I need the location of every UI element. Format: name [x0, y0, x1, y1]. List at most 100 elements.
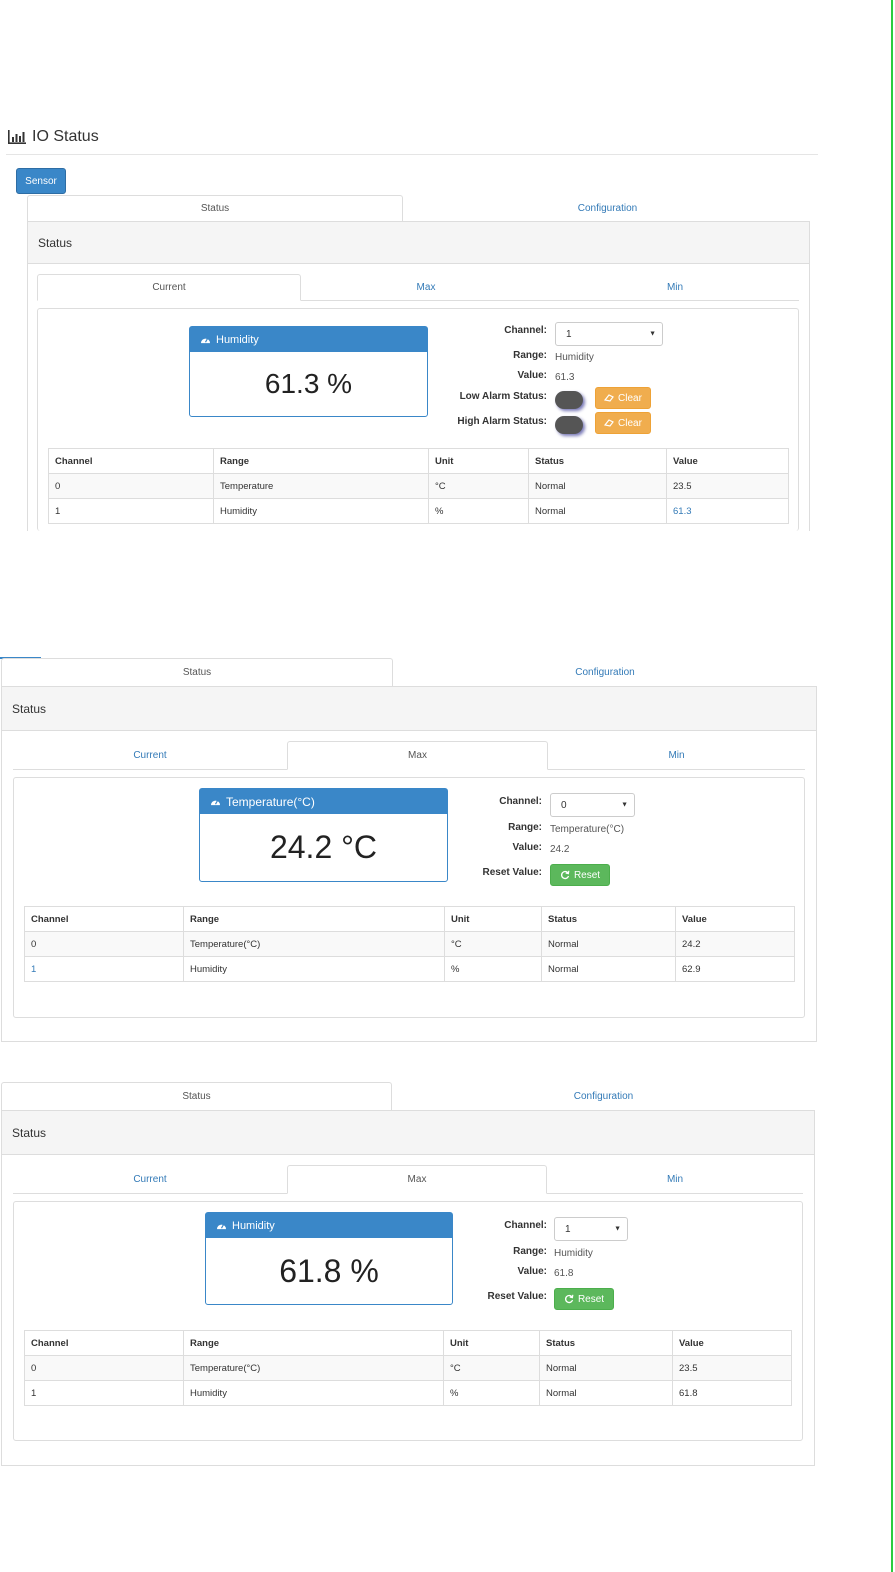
table-row[interactable]: 1 Humidity % Normal 61.3	[48, 498, 789, 524]
tab-current[interactable]: Current	[13, 1165, 287, 1194]
table-row[interactable]: 0 Temperature(°C) °C Normal 24.2	[24, 931, 795, 957]
tab-status[interactable]: Status	[1, 658, 393, 687]
chevron-down-icon: ▼	[621, 801, 628, 809]
range-value: Humidity	[554, 1248, 593, 1259]
cell-unit: °C	[444, 931, 542, 957]
cell-status: Normal	[541, 931, 676, 957]
tab-min[interactable]: Min	[547, 1165, 803, 1194]
cell-unit: %	[428, 498, 529, 524]
range-value: Humidity	[555, 352, 594, 363]
cell-range: Humidity	[183, 956, 445, 982]
channel-select[interactable]: 0 ▼	[550, 793, 635, 817]
clear-label: Clear	[618, 392, 642, 404]
cell-range: Temperature(°C)	[183, 931, 445, 957]
reset-label: Reset	[577, 1293, 605, 1305]
table-row[interactable]: 1 Humidity % Normal 62.9	[24, 956, 795, 982]
clear-low-alarm-button[interactable]: Clear	[595, 387, 651, 409]
tab-configuration[interactable]: Configuration	[403, 195, 812, 222]
col-channel: Channel	[24, 1330, 184, 1356]
gauge-title: Temperature(°C)	[226, 794, 315, 809]
cell-unit: %	[443, 1380, 540, 1406]
tab-configuration[interactable]: Configuration	[392, 1082, 815, 1111]
header-divider	[6, 154, 818, 155]
gauge-title: Humidity	[232, 1219, 275, 1232]
tab-current[interactable]: Current	[13, 741, 287, 770]
tab-configuration[interactable]: Configuration	[393, 658, 817, 687]
dashboard-icon	[217, 1223, 226, 1230]
cell-unit: %	[444, 956, 542, 982]
chevron-down-icon: ▼	[649, 330, 656, 338]
channel-label: Channel:	[504, 1220, 547, 1231]
cell-channel: 1	[48, 498, 214, 524]
cell-status: Normal	[539, 1380, 673, 1406]
cell-value: 23.5	[666, 473, 789, 499]
col-unit: Unit	[444, 906, 542, 932]
tab-status[interactable]: Status	[27, 195, 403, 222]
cell-channel: 0	[24, 931, 184, 957]
tab-min[interactable]: Min	[551, 274, 799, 301]
col-unit: Unit	[443, 1330, 540, 1356]
cell-value: 61.3	[666, 498, 789, 524]
clear-label: Clear	[618, 417, 642, 429]
page-title: IO Status	[8, 128, 99, 146]
range-label: Range:	[513, 350, 547, 361]
table-row[interactable]: 0 Temperature °C Normal 23.5	[48, 473, 789, 499]
reset-value-label: Reset Value:	[487, 1291, 547, 1302]
sensor-button[interactable]: Sensor	[16, 168, 66, 194]
panel-title: Status	[2, 687, 816, 731]
col-channel: Channel	[24, 906, 184, 932]
tab-current[interactable]: Current	[37, 274, 301, 301]
bar-chart-icon	[8, 130, 26, 144]
channel-select-value: 1	[566, 328, 572, 340]
col-status: Status	[528, 448, 667, 474]
panel-title: Status	[2, 1111, 814, 1155]
low-alarm-toggle[interactable]	[555, 391, 583, 409]
cell-status: Normal	[539, 1355, 673, 1381]
table-row[interactable]: 1 Humidity % Normal 61.8	[24, 1380, 792, 1406]
col-range: Range	[183, 906, 445, 932]
page-edge-line	[891, 0, 893, 1572]
tab-max[interactable]: Max	[287, 741, 548, 770]
cell-value: 62.9	[675, 956, 795, 982]
channel-select[interactable]: 1 ▼	[555, 322, 663, 346]
gauge-value: 24.2 °C	[269, 829, 378, 865]
cell-range: Temperature(°C)	[183, 1355, 444, 1381]
cell-channel: 0	[48, 473, 214, 499]
dashboard-icon	[211, 799, 220, 806]
sub-tabs: Current Max Min	[13, 741, 805, 770]
tab-status[interactable]: Status	[1, 1082, 392, 1111]
tab-max[interactable]: Max	[301, 274, 551, 301]
range-label: Range:	[508, 822, 542, 833]
table-header: Channel Range Unit Status Value	[48, 448, 789, 474]
cell-range: Temperature	[213, 473, 429, 499]
range-label: Range:	[513, 1246, 547, 1257]
cell-value: 23.5	[672, 1355, 792, 1381]
tab-min[interactable]: Min	[548, 741, 805, 770]
table-row[interactable]: 0 Temperature(°C) °C Normal 23.5	[24, 1355, 792, 1381]
channel-select-value: 1	[565, 1223, 571, 1235]
channel-select[interactable]: 1 ▼	[554, 1217, 628, 1241]
col-value: Value	[672, 1330, 792, 1356]
sub-tabs: Current Max Min	[37, 274, 799, 301]
reset-button[interactable]: Reset	[550, 864, 610, 886]
value-label: Value:	[512, 842, 542, 853]
col-range: Range	[183, 1330, 444, 1356]
page-title-text: IO Status	[32, 128, 99, 145]
cell-range: Humidity	[183, 1380, 444, 1406]
gauge-header: Temperature(°C)	[200, 789, 447, 814]
reset-button[interactable]: Reset	[554, 1288, 614, 1310]
col-range: Range	[213, 448, 429, 474]
low-alarm-label: Low Alarm Status:	[459, 391, 547, 402]
gauge-card: Humidity 61.3 %	[189, 326, 428, 417]
clear-high-alarm-button[interactable]: Clear	[595, 412, 651, 434]
tab-max[interactable]: Max	[287, 1165, 547, 1194]
high-alarm-toggle[interactable]	[555, 416, 583, 434]
cell-channel: 0	[24, 1355, 184, 1381]
col-channel: Channel	[48, 448, 214, 474]
gauge-title: Humidity	[216, 333, 259, 346]
table-header: Channel Range Unit Status Value	[24, 906, 795, 932]
refresh-icon	[560, 870, 570, 880]
value-label: Value:	[517, 1266, 547, 1277]
cell-unit: °C	[443, 1355, 540, 1381]
refresh-icon	[564, 1294, 574, 1304]
